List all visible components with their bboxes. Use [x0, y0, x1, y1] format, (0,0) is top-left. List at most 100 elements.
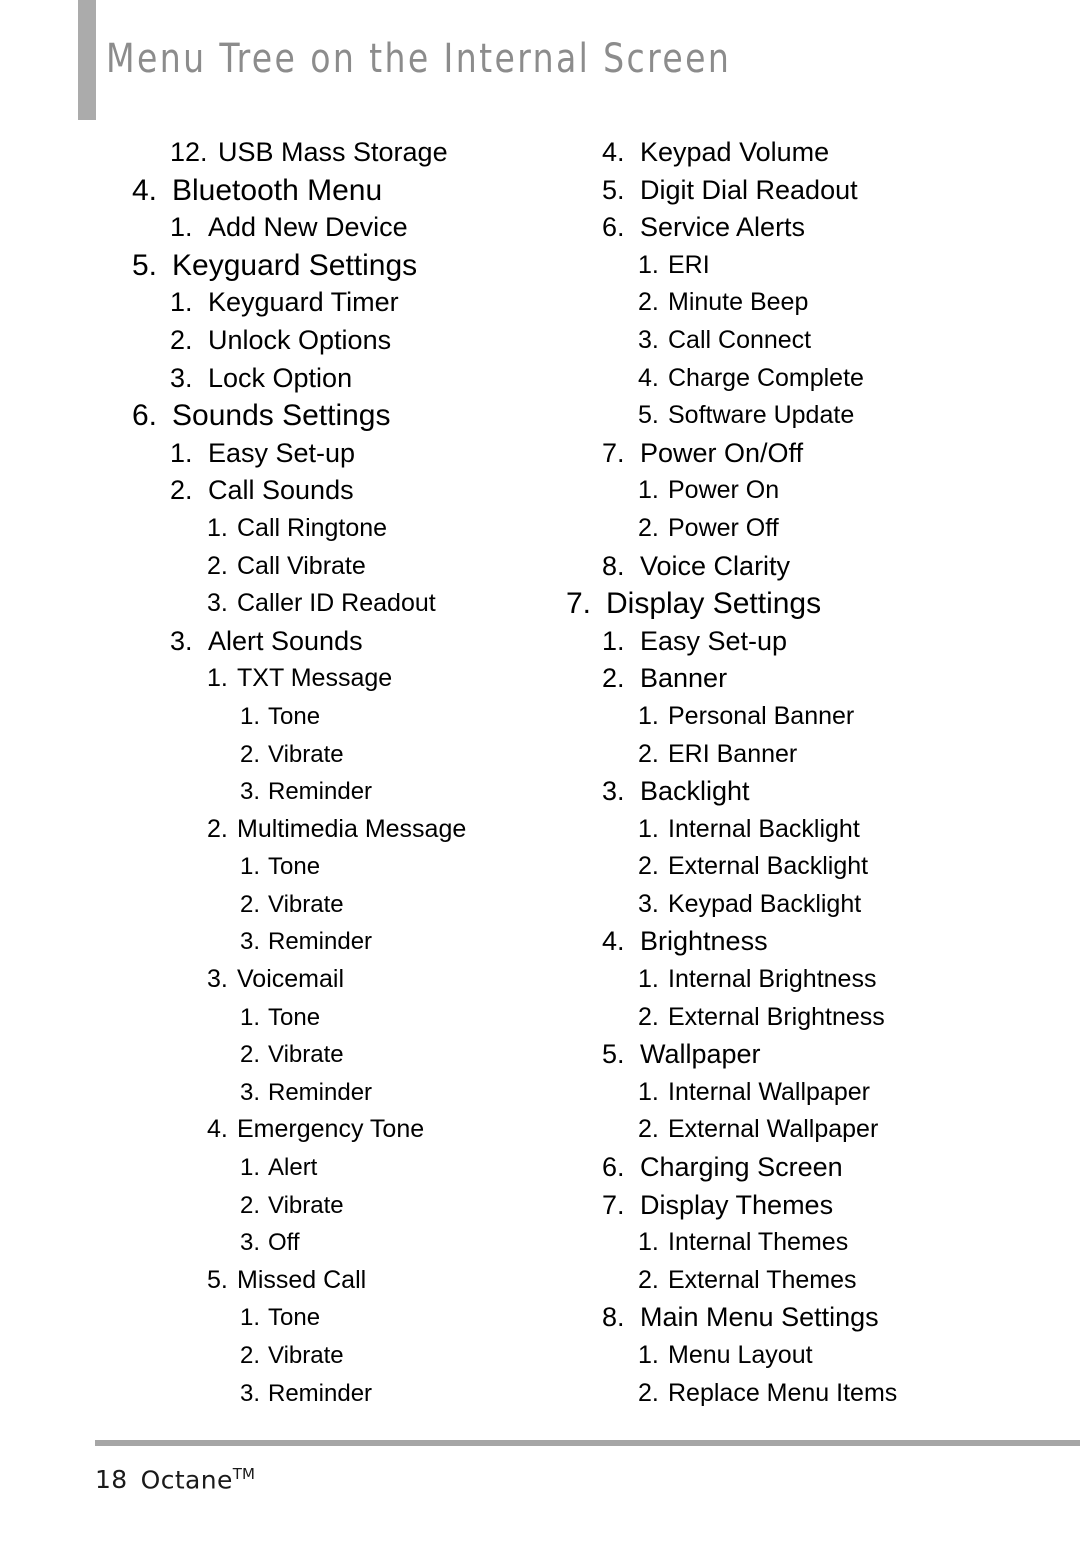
menu-item-number: 4.	[602, 926, 625, 957]
menu-item-label: Keypad Volume	[640, 137, 830, 167]
menu-item-label: Charging Screen	[640, 1152, 843, 1183]
menu-item-label: Call Connect	[668, 325, 812, 354]
menu-item: 7. Display Settings	[560, 585, 1030, 623]
footer-product-name: Octane	[140, 1465, 233, 1495]
menu-item-label: Voicemail	[237, 965, 344, 994]
menu-item-label: ERI	[668, 250, 710, 279]
menu-item-number: 3.	[207, 589, 228, 618]
menu-item-label: Backlight	[640, 776, 750, 807]
menu-item-number: 1.	[240, 1304, 261, 1332]
menu-item: 3. Reminder	[120, 923, 590, 961]
footer-divider	[95, 1440, 1080, 1446]
menu-item-label: Vibrate	[268, 740, 344, 768]
menu-item-number: 4.	[207, 1115, 228, 1144]
menu-item: 1. ERI	[560, 247, 1030, 285]
menu-item-number: 2.	[638, 1115, 659, 1144]
menu-item: 3. Reminder	[120, 1074, 590, 1112]
menu-item: 1. Menu Layout	[560, 1337, 1030, 1375]
menu-item-number: 12.	[170, 137, 208, 167]
menu-tree: 12. USB Mass Storage 4. Bluetooth Menu 1. Add…	[0, 134, 1080, 1424]
menu-item-label: Sounds Settings	[172, 399, 391, 433]
menu-item-number: 2.	[638, 288, 659, 317]
menu-item-label: Keyguard Settings	[172, 248, 418, 282]
page-header: Menu Tree on the Internal Screen	[0, 0, 1080, 126]
menu-item: 1. Tone	[120, 848, 590, 886]
menu-item: 2. ERI Banner	[560, 736, 1030, 774]
menu-item-number: 3.	[240, 1229, 261, 1257]
menu-item-label: Call Sounds	[208, 475, 354, 506]
menu-item-label: Reminder	[268, 1379, 373, 1407]
menu-item-number: 1.	[170, 212, 193, 243]
menu-item: 1. Easy Set-up	[120, 435, 590, 473]
menu-item: 5. Keyguard Settings	[120, 247, 590, 285]
menu-item-label: Internal Themes	[668, 1228, 849, 1257]
trademark-symbol: TM	[232, 1465, 255, 1483]
menu-item-label: Tone	[268, 853, 321, 881]
menu-item-number: 2.	[602, 663, 625, 694]
menu-item: 2. Unlock Options	[120, 322, 590, 360]
menu-item-number: 5.	[638, 401, 659, 430]
menu-item: 12. USB Mass Storage	[120, 134, 590, 172]
menu-item-label: Call Ringtone	[237, 513, 388, 542]
menu-item-label: Internal Backlight	[668, 814, 860, 843]
menu-item-number: 5.	[132, 248, 158, 282]
menu-item-label: Service Alerts	[640, 212, 806, 243]
menu-item-label: Keypad Backlight	[668, 889, 862, 918]
menu-item-number: 2.	[240, 740, 261, 768]
menu-item-label: Display Themes	[640, 1189, 834, 1220]
menu-item: 3. Keypad Backlight	[560, 886, 1030, 924]
menu-item-label: Easy Set-up	[208, 437, 356, 468]
menu-item: 6. Charging Screen	[560, 1149, 1030, 1187]
menu-item: 2. Vibrate	[120, 736, 590, 774]
menu-item-label: ERI Banner	[668, 739, 798, 768]
menu-item-label: Call Vibrate	[237, 551, 366, 580]
menu-item: 8. Voice Clarity	[560, 548, 1030, 586]
menu-item-label: Replace Menu Items	[668, 1378, 898, 1407]
menu-item-number: 6.	[132, 399, 158, 433]
menu-item-number: 3.	[638, 889, 659, 918]
menu-item-label: Menu Layout	[668, 1341, 813, 1369]
menu-item-number: 5.	[602, 1039, 625, 1070]
menu-item: 1. Internal Wallpaper	[560, 1074, 1030, 1112]
menu-item-number: 2.	[638, 852, 659, 881]
menu-item-number: 1.	[638, 1077, 659, 1106]
menu-item-number: 1.	[240, 702, 261, 730]
menu-item-label: Easy Set-up	[640, 625, 788, 656]
menu-item: 1. Alert	[120, 1149, 590, 1187]
menu-item: 2. External Backlight	[560, 848, 1030, 886]
menu-item-label: Missed Call	[237, 1265, 367, 1294]
menu-tree-left-column: 12. USB Mass Storage 4. Bluetooth Menu 1. Add…	[120, 134, 590, 1412]
menu-item: 4. Charge Complete	[560, 360, 1030, 398]
menu-item-label: Software Update	[668, 401, 855, 430]
menu-item-label: Minute Beep	[668, 288, 809, 317]
menu-item-number: 2.	[240, 1191, 261, 1219]
menu-item-label: Vibrate	[268, 1191, 344, 1219]
menu-item: 3. Caller ID Readout	[120, 585, 590, 623]
menu-item-number: 1.	[638, 965, 659, 994]
menu-item-label: Unlock Options	[208, 324, 392, 355]
menu-item-label: Power On/Off	[640, 437, 804, 468]
menu-item-number: 1.	[240, 1003, 261, 1031]
menu-item-number: 1.	[170, 437, 193, 468]
menu-item: 1. Easy Set-up	[560, 623, 1030, 661]
menu-item-number: 8.	[602, 1302, 625, 1333]
menu-item-number: 3.	[240, 778, 261, 806]
menu-item: 2. External Brightness	[560, 999, 1030, 1037]
menu-item: 3. Voicemail	[120, 961, 590, 999]
page-footer: 18 OctaneTM	[95, 1465, 255, 1494]
menu-item: 1. Tone	[120, 698, 590, 736]
menu-item-number: 3.	[240, 1379, 261, 1407]
menu-item-number: 4.	[132, 173, 158, 207]
menu-item: 4. Keypad Volume	[560, 134, 1030, 172]
menu-item-number: 3.	[240, 928, 261, 956]
menu-item-label: Reminder	[268, 928, 373, 956]
menu-item: 1. Tone	[120, 999, 590, 1037]
menu-item: 2. Vibrate	[120, 1187, 590, 1225]
menu-item: 1. Keyguard Timer	[120, 284, 590, 322]
menu-item-number: 1.	[240, 853, 261, 881]
menu-item-number: 7.	[602, 437, 625, 468]
menu-item-number: 4.	[602, 137, 625, 167]
menu-item-label: Tone	[268, 1304, 321, 1332]
menu-item: 1. Tone	[120, 1299, 590, 1337]
menu-item-label: Display Settings	[606, 587, 822, 621]
